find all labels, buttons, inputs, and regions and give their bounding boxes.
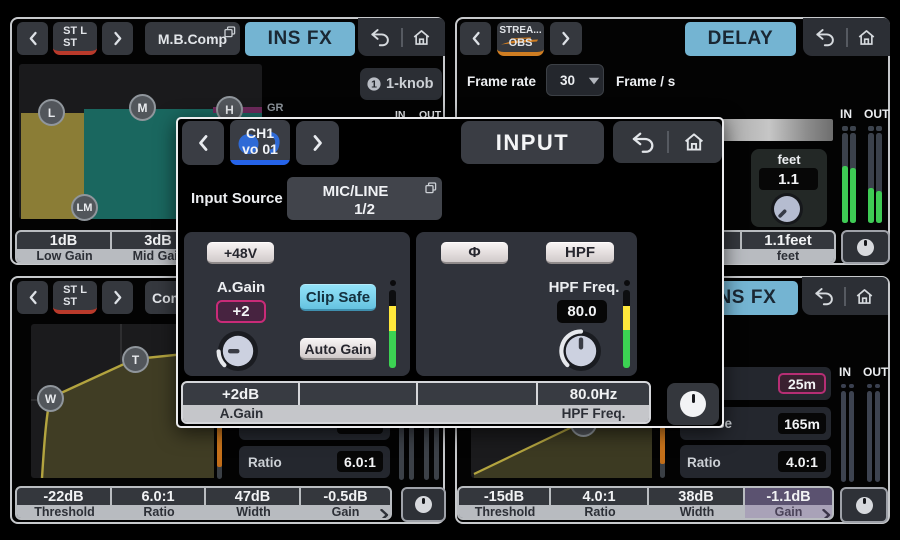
svg-text:1: 1 xyxy=(371,79,377,91)
